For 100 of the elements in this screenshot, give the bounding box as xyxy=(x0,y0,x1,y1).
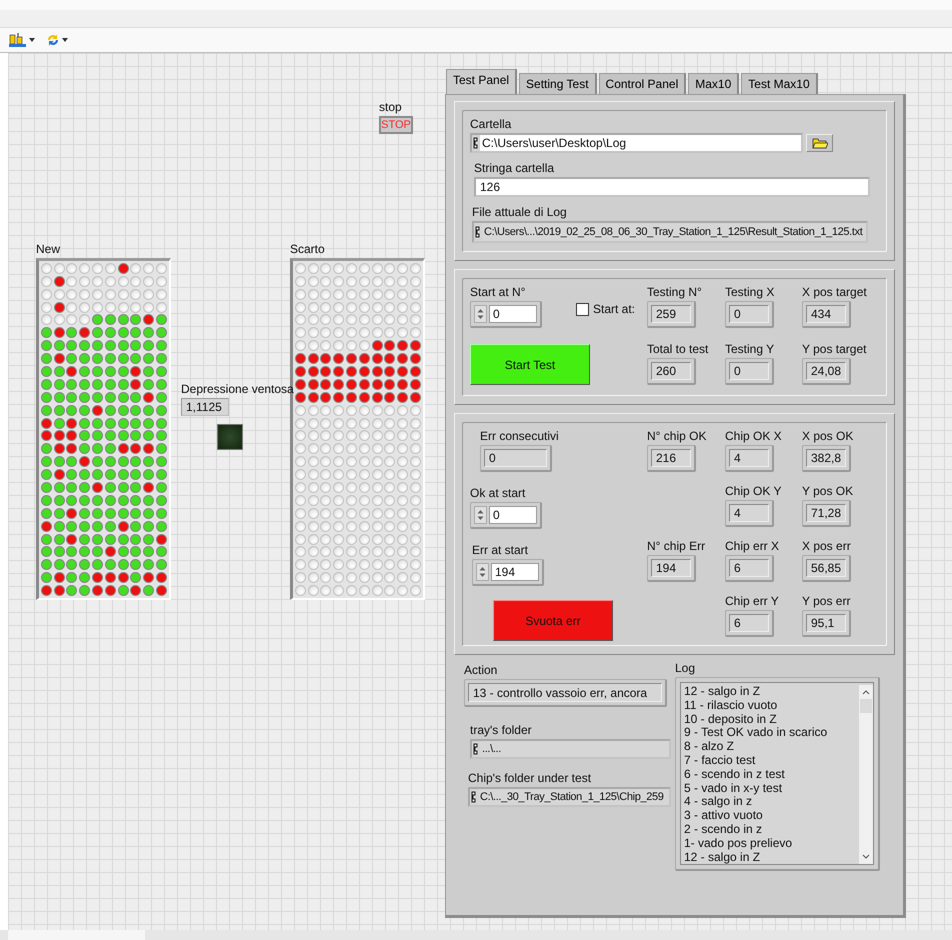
field-label: File attuale di Log xyxy=(472,205,568,219)
log-entry: 12 - salgo in Z xyxy=(684,850,762,864)
numeric-indicator: 1,1125 xyxy=(181,398,229,416)
indicator-label: Y pos OK xyxy=(802,484,854,498)
indicator-label: Y pos target xyxy=(802,342,868,356)
numeric-indicator: 216 xyxy=(647,445,696,472)
numeric-indicator: 6 xyxy=(725,610,774,637)
horizontal-scrollbar[interactable] xyxy=(0,930,952,940)
log-entry: 1- vado pos prelievo xyxy=(684,836,794,851)
log-entry: 10 - deposito in Z xyxy=(684,712,778,726)
log-entry: 9 - Test OK vado in scarico xyxy=(684,726,828,740)
numeric-indicator: 71,28 xyxy=(802,500,851,527)
scrollbar-thumb[interactable] xyxy=(8,930,145,940)
numeric-indicator: 382,8 xyxy=(802,445,851,472)
log-entry: 3 - attivo vuoto xyxy=(684,809,764,823)
path-icon xyxy=(470,789,478,805)
numeric-indicator: 56,85 xyxy=(802,555,851,582)
circular-arrows-icon xyxy=(45,32,61,48)
numeric-indicator: 259 xyxy=(647,301,696,328)
control-label: Ok at start xyxy=(470,486,526,500)
path-indicator: C:\..._30_Tray_Station_1_125\Chip_259 xyxy=(468,787,671,807)
indicator-label: N° chip Err xyxy=(647,539,706,553)
indicator-label: Action xyxy=(464,663,498,677)
indicator-label: Chip err X xyxy=(725,539,780,553)
numeric-input[interactable]: 0 xyxy=(489,305,537,323)
numeric-indicator: 95,1 xyxy=(802,610,851,637)
numeric-input[interactable]: 0 xyxy=(489,506,537,524)
indicator-label: tray's folder xyxy=(470,723,533,737)
tab[interactable]: Control Panel xyxy=(598,73,686,94)
indicator-label: Chip OK X xyxy=(725,429,783,443)
start-at-checkbox[interactable]: Start at: xyxy=(576,302,647,316)
path-icon xyxy=(472,135,480,151)
indicator-label: Chip's folder under test xyxy=(468,771,592,785)
indicator-label: Testing N° xyxy=(647,285,703,299)
numeric-indicator: 434 xyxy=(802,301,851,328)
numeric-indicator: 0 xyxy=(725,358,774,385)
browse-button[interactable] xyxy=(806,134,833,152)
indicator-label: Chip err Y xyxy=(725,594,780,608)
increment-decrement-button[interactable] xyxy=(474,506,487,524)
tab[interactable]: Setting Test xyxy=(519,73,597,94)
log-entry: 2 - scendo in z xyxy=(684,822,764,837)
numeric-indicator: 194 xyxy=(647,555,696,582)
numeric-indicator: 24,08 xyxy=(802,358,851,385)
caret-icon xyxy=(62,38,68,42)
log-entry: 8 - alzo Z xyxy=(684,740,736,754)
reorder-button[interactable] xyxy=(45,32,68,48)
up-down-arrows-icon xyxy=(479,565,486,579)
indicator-label: X pos OK xyxy=(802,429,854,443)
log-entry: 12 - salgo in Z xyxy=(684,685,762,699)
indicator-label: Depressione ventosa xyxy=(181,382,294,396)
field-label: Cartella xyxy=(470,117,512,131)
indicator-label: Chip OK Y xyxy=(725,484,782,498)
indicator-label: X pos target xyxy=(802,285,868,299)
indicator-label: X pos err xyxy=(802,539,852,553)
numeric-indicator: 4 xyxy=(725,445,774,472)
log-entry: 4 - salgo in z xyxy=(684,795,752,810)
numeric-indicator: 0 xyxy=(725,301,774,328)
field-label: Stringa cartella xyxy=(474,161,556,175)
array-label: Scarto xyxy=(290,242,326,256)
log-entry: 6 - scendo in z test xyxy=(684,768,786,782)
numeric-indicator: 4 xyxy=(725,500,774,527)
numeric-input[interactable]: 194 xyxy=(491,563,539,581)
numeric-indicator: 0 xyxy=(480,445,552,472)
path-indicator: ...\... xyxy=(470,739,671,759)
path-icon xyxy=(472,741,480,757)
caret-icon xyxy=(29,38,35,42)
string-indicator: 13 - controllo vassoio err, ancora xyxy=(464,679,667,707)
indicator-label: Y pos err xyxy=(802,594,852,608)
start-test-button[interactable]: Start Test xyxy=(470,344,590,385)
control-label: Start at N° xyxy=(470,285,526,299)
path-field[interactable]: C:\Users\user\Desktop\Log xyxy=(470,133,803,153)
align-icon xyxy=(8,32,28,48)
path-indicator: C:\Users\...\2019_02_25_08_06_30_Tray_Station_1_125\Result_Station_1_125.txt xyxy=(472,221,868,243)
up-down-arrows-icon xyxy=(477,307,484,321)
indicator-label: N° chip OK xyxy=(647,429,708,443)
tab[interactable]: Max10 xyxy=(688,73,740,94)
indicator-label: Err consecutivi xyxy=(480,429,560,443)
increment-decrement-button[interactable] xyxy=(476,563,489,581)
log-entry: 7 - faccio test xyxy=(684,754,756,768)
log-entry: 5 - vado in x-y test xyxy=(684,782,784,796)
indicator-label: Testing X xyxy=(725,285,776,299)
tab[interactable]: Test Panel xyxy=(446,69,518,95)
scrollbar-thumb[interactable] xyxy=(860,699,872,713)
numeric-indicator: 6 xyxy=(725,555,774,582)
control-label: Err at start xyxy=(472,543,530,557)
up-down-arrows-icon xyxy=(477,508,484,522)
svuota-err-button[interactable]: Svuota err xyxy=(493,600,613,641)
align-objects-button[interactable] xyxy=(8,32,35,48)
numeric-indicator: 260 xyxy=(647,358,696,385)
text-field[interactable]: 126 xyxy=(474,177,870,197)
tab[interactable]: Test Max10 xyxy=(741,73,818,94)
path-icon xyxy=(474,224,482,240)
indicator-label: Total to test xyxy=(647,342,710,356)
array-label: New xyxy=(36,242,62,256)
increment-decrement-button[interactable] xyxy=(474,305,487,323)
listbox-label: Log xyxy=(675,661,696,675)
vertical-scrollbar[interactable] xyxy=(859,685,873,864)
button-label: stop xyxy=(379,100,403,114)
indicator-label: Testing Y xyxy=(725,342,776,356)
log-entry: 11 - rilascio vuoto xyxy=(684,698,778,713)
